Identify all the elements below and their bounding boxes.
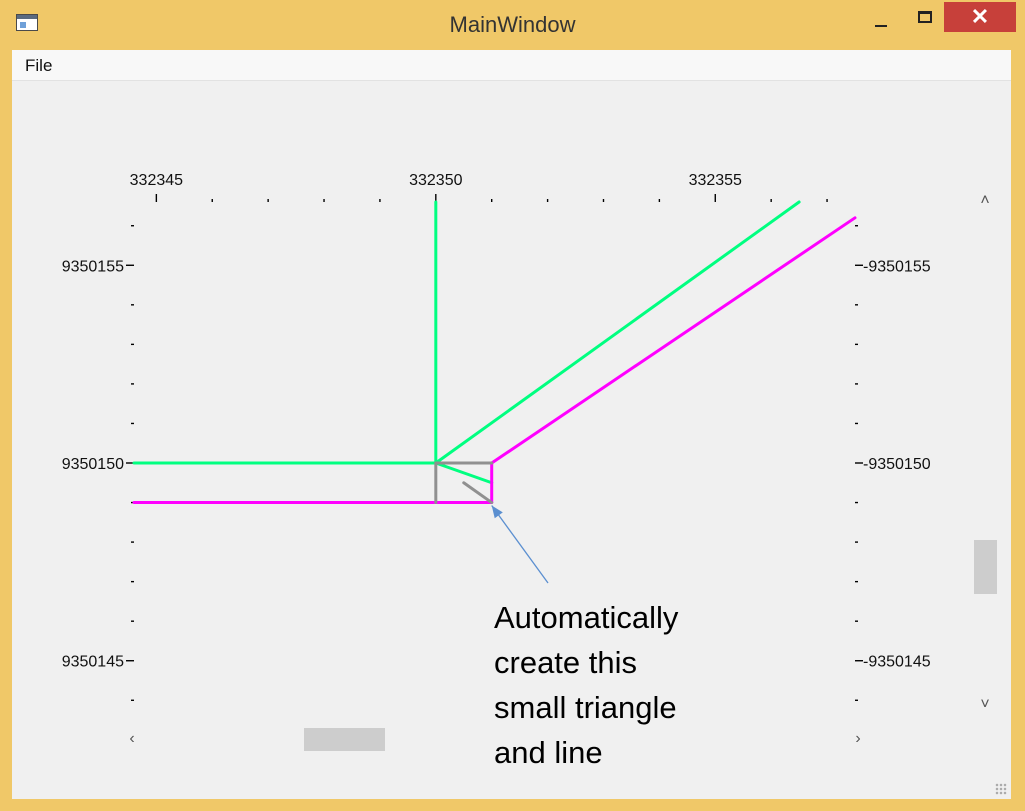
annotation-arrow [491, 505, 549, 584]
x-tick-label: 332355 [689, 172, 742, 189]
series-segment [434, 461, 494, 485]
series-segment [434, 200, 801, 465]
close-button[interactable]: ✕ [944, 2, 1016, 32]
horizontal-scroll-thumb[interactable] [304, 728, 385, 751]
minimize-button[interactable] [858, 4, 902, 34]
annotation-text: Automatically create this small triangle… [494, 600, 679, 770]
y-tick-label-left: 9350145 [62, 654, 124, 671]
annotation-arrowhead [491, 505, 503, 519]
y-tick-label-right: -9350155 [863, 258, 931, 275]
chevron-down-icon[interactable]: ˅ [973, 693, 997, 717]
x-tick-label: 332350 [409, 172, 462, 189]
client-area: File 332345 332350 332355 9350155 -9350155 93… [12, 50, 1011, 799]
chevron-up-icon[interactable]: ˄ [973, 189, 997, 213]
y-tick-label-right: -9350145 [863, 654, 931, 671]
chevron-right-icon[interactable]: › [846, 727, 870, 751]
resize-grip-icon[interactable] [995, 783, 1007, 795]
x-tick-label: 332345 [130, 172, 183, 189]
y-tick-label-left: 9350155 [62, 258, 124, 275]
vertical-scrollbar[interactable]: ˄ ˅ [973, 189, 997, 717]
chevron-left-icon[interactable]: ‹ [120, 727, 144, 751]
title-bar[interactable]: MainWindow ✕ [0, 0, 1025, 50]
minimize-icon [875, 25, 887, 27]
main-window: MainWindow ✕ File 332345 332350 332355 9350… [0, 0, 1025, 811]
close-icon: ✕ [970, 4, 990, 29]
maximize-icon [918, 11, 932, 23]
y-tick-label-right: -9350150 [863, 456, 931, 473]
series-segment [462, 481, 494, 505]
vertical-scroll-thumb[interactable] [974, 540, 997, 594]
series-segment [490, 216, 857, 465]
y-tick-label-left: 9350150 [62, 456, 124, 473]
maximize-button[interactable] [903, 4, 947, 34]
